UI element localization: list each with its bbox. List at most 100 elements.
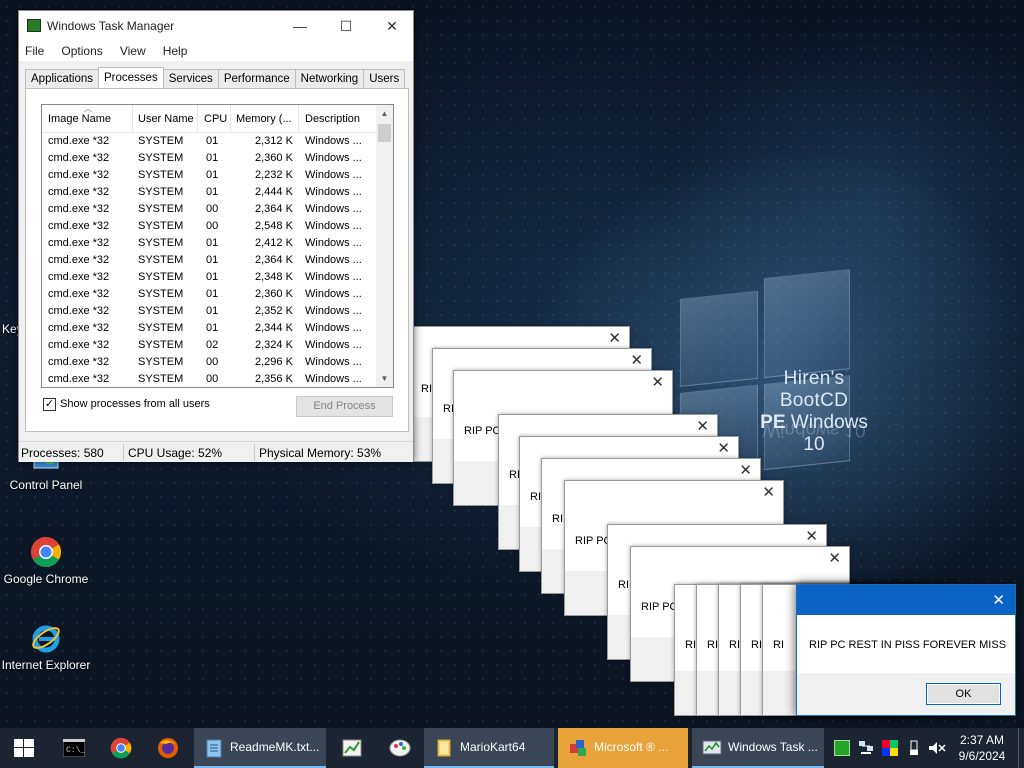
- table-row[interactable]: cmd.exe *32 SYSTEM 00 2,296 K Windows ...: [42, 354, 393, 371]
- table-row[interactable]: cmd.exe *32 SYSTEM 01 2,444 K Windows ...: [42, 184, 393, 201]
- cell-description: Windows ...: [305, 169, 362, 181]
- column-description[interactable]: Description: [305, 113, 360, 125]
- close-icon[interactable]: ✕: [608, 329, 621, 347]
- taskbar-button-mariokart64[interactable]: MarioKart64: [424, 728, 554, 768]
- close-icon[interactable]: ✕: [762, 483, 775, 501]
- table-row[interactable]: cmd.exe *32 SYSTEM 00 2,364 K Windows ...: [42, 201, 393, 218]
- table-row[interactable]: cmd.exe *32 SYSTEM 01 2,360 K Windows ...: [42, 286, 393, 303]
- close-icon[interactable]: ✕: [651, 373, 664, 391]
- desktop-icon-internet-explorer[interactable]: Internet Explorer: [0, 622, 92, 672]
- table-row[interactable]: cmd.exe *32 SYSTEM 01 2,360 K Windows ...: [42, 150, 393, 167]
- table-row[interactable]: cmd.exe *32 SYSTEM 01 2,344 K Windows ...: [42, 320, 393, 337]
- close-icon[interactable]: ✕: [739, 461, 752, 479]
- paint-icon: [389, 739, 411, 757]
- show-all-processes-label: Show processes from all users: [60, 398, 210, 410]
- task-manager-window[interactable]: Windows Task Manager — ☐ ✕ File Options …: [18, 10, 414, 462]
- chart-app-icon: [342, 739, 362, 757]
- error-dialog[interactable]: ✕ RIP PC REST IN PISS FOREVER MISS OK: [796, 584, 1016, 716]
- table-row[interactable]: cmd.exe *32 SYSTEM 00 2,548 K Windows ...: [42, 218, 393, 235]
- taskbar-paint[interactable]: [378, 728, 422, 768]
- close-icon[interactable]: ✕: [630, 351, 643, 369]
- cell-user-name: SYSTEM: [138, 152, 184, 164]
- window-titlebar[interactable]: Windows Task Manager — ☐ ✕: [19, 11, 413, 41]
- taskbar-button-readme[interactable]: ReadmeMK.txt...: [194, 728, 326, 768]
- cell-user-name: SYSTEM: [138, 305, 184, 317]
- tab-applications[interactable]: Applications: [25, 69, 100, 88]
- windows-start-icon: [14, 739, 34, 757]
- taskbar-button-task-manager[interactable]: Windows Task ...: [692, 728, 824, 768]
- table-row[interactable]: cmd.exe *32 SYSTEM 02 2,324 K Windows ...: [42, 337, 393, 354]
- menu-help[interactable]: Help: [163, 41, 188, 61]
- start-button[interactable]: [0, 728, 48, 768]
- column-user-name[interactable]: User Name: [138, 113, 194, 125]
- menu-options[interactable]: Options: [61, 41, 102, 61]
- close-icon[interactable]: ✕: [369, 11, 415, 41]
- close-icon[interactable]: ✕: [828, 549, 841, 567]
- process-list-header: Image Name ︿ User Name CPU Memory (... D…: [42, 105, 393, 133]
- end-process-button[interactable]: End Process: [296, 396, 393, 417]
- column-memory[interactable]: Memory (...: [236, 113, 292, 125]
- column-cpu[interactable]: CPU: [204, 113, 227, 125]
- table-row[interactable]: cmd.exe *32 SYSTEM 01 2,232 K Windows ...: [42, 167, 393, 184]
- scroll-down-icon[interactable]: ▼: [376, 370, 393, 387]
- error-dialog-titlebar[interactable]: ✕: [797, 585, 1015, 615]
- tray-green-icon[interactable]: [834, 740, 850, 756]
- taskbar-cmd[interactable]: C:\_: [52, 728, 96, 768]
- column-image-name[interactable]: Image Name: [48, 113, 111, 125]
- table-row[interactable]: cmd.exe *32 SYSTEM 01 2,352 K Windows ...: [42, 303, 393, 320]
- color-app-icon[interactable]: [882, 740, 898, 756]
- cell-description: Windows ...: [305, 135, 362, 147]
- tab-performance[interactable]: Performance: [217, 69, 296, 88]
- close-icon[interactable]: ✕: [717, 439, 730, 457]
- cell-cpu: 01: [206, 237, 219, 249]
- firefox-icon: [158, 738, 178, 758]
- checkbox-check-icon[interactable]: ✓: [43, 398, 56, 411]
- status-bar: Processes: 580 CPU Usage: 52% Physical M…: [19, 441, 413, 462]
- desktop-icon-google-chrome[interactable]: Google Chrome: [0, 536, 92, 586]
- cell-cpu: 00: [206, 356, 219, 368]
- cell-memory: 2,364 K: [255, 254, 293, 266]
- task-manager-icon: [27, 19, 41, 32]
- menu-bar: File Options View Help: [19, 41, 413, 61]
- cell-description: Windows ...: [305, 186, 362, 198]
- cell-description: Windows ...: [305, 322, 362, 334]
- ok-button[interactable]: OK: [926, 683, 1001, 705]
- taskbar-firefox[interactable]: [146, 728, 190, 768]
- tab-networking[interactable]: Networking: [294, 69, 365, 88]
- cell-memory: 2,324 K: [255, 339, 293, 351]
- cell-user-name: SYSTEM: [138, 322, 184, 334]
- minimize-icon[interactable]: —: [277, 11, 323, 41]
- process-list[interactable]: Image Name ︿ User Name CPU Memory (... D…: [41, 104, 394, 388]
- taskbar-chrome[interactable]: [100, 728, 144, 768]
- table-row[interactable]: cmd.exe *32 SYSTEM 01 2,412 K Windows ...: [42, 235, 393, 252]
- tab-services[interactable]: Services: [162, 69, 219, 88]
- taskbar-app-pin[interactable]: [330, 728, 374, 768]
- usb-icon[interactable]: [906, 740, 922, 756]
- table-row[interactable]: cmd.exe *32 SYSTEM 01 2,364 K Windows ...: [42, 252, 393, 269]
- close-icon[interactable]: ✕: [805, 527, 818, 545]
- cell-description: Windows ...: [305, 220, 362, 232]
- table-row[interactable]: cmd.exe *32 SYSTEM 00 2,356 K Windows ...: [42, 371, 393, 387]
- brand-reflection: Windows 10: [762, 419, 866, 440]
- taskbar-button-microsoft[interactable]: Microsoft ® ...: [558, 728, 688, 768]
- maximize-icon[interactable]: ☐: [323, 11, 369, 41]
- tab-users[interactable]: Users: [363, 69, 406, 88]
- close-icon[interactable]: ✕: [696, 417, 709, 435]
- network-icon[interactable]: [858, 740, 874, 756]
- menu-view[interactable]: View: [120, 41, 146, 61]
- show-desktop-button[interactable]: [1018, 728, 1024, 768]
- cell-cpu: 02: [206, 339, 219, 351]
- menu-file[interactable]: File: [25, 41, 44, 61]
- svg-text:C:\_: C:\_: [66, 746, 85, 755]
- volume-muted-icon[interactable]: [928, 740, 946, 756]
- system-clock[interactable]: 2:37 AM 9/6/2024: [950, 732, 1014, 764]
- table-row[interactable]: cmd.exe *32 SYSTEM 01 2,312 K Windows ...: [42, 133, 393, 150]
- vertical-scrollbar[interactable]: ▲ ▼: [376, 105, 393, 387]
- cell-cpu: 01: [206, 152, 219, 164]
- scroll-up-icon[interactable]: ▲: [376, 105, 393, 122]
- tab-processes[interactable]: Processes: [98, 67, 164, 88]
- close-icon[interactable]: ✕: [992, 591, 1005, 609]
- cell-user-name: SYSTEM: [138, 271, 184, 283]
- table-row[interactable]: cmd.exe *32 SYSTEM 01 2,348 K Windows ...: [42, 269, 393, 286]
- scrollbar-thumb[interactable]: [378, 124, 391, 142]
